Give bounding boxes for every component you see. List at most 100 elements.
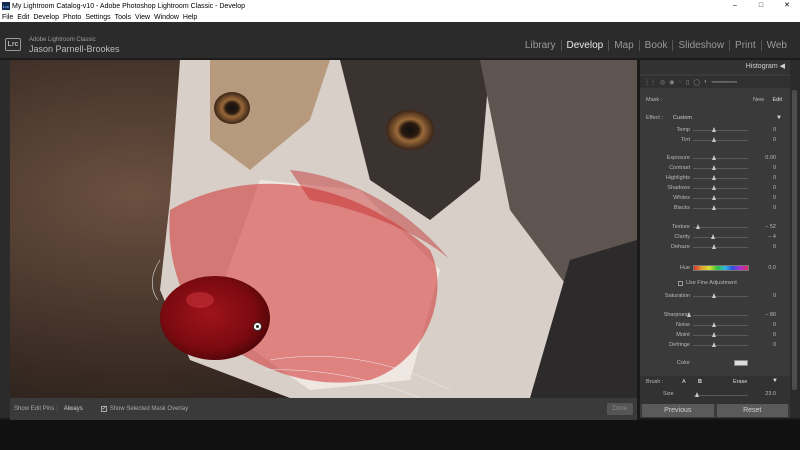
module-library[interactable]: Library xyxy=(520,40,562,51)
right-panel-scrollbar[interactable] xyxy=(790,60,800,418)
slider-knob[interactable] xyxy=(712,195,716,200)
module-map[interactable]: Map xyxy=(609,40,640,51)
grid-tool-icon[interactable]: ⋮⋮ xyxy=(644,79,656,86)
slider-value[interactable]: 0 xyxy=(756,125,776,135)
tool-slider-icon[interactable]: ━━━━━━━ xyxy=(712,79,737,86)
mask-edit-button[interactable]: Edit xyxy=(773,97,782,103)
slider-defringe[interactable]: Defringe 0 xyxy=(640,340,790,350)
done-button[interactable]: Done xyxy=(607,403,633,415)
slider-highlights[interactable]: Highlights 0 xyxy=(640,173,790,183)
red-eye-icon[interactable]: ◌ xyxy=(679,79,683,85)
hue-value[interactable]: 0.0 xyxy=(756,263,776,273)
brush-b-button[interactable]: B xyxy=(698,379,702,385)
fine-adjustment-checkbox[interactable] xyxy=(678,280,683,286)
slider-knob[interactable] xyxy=(711,234,715,239)
slider-knob[interactable] xyxy=(712,185,716,190)
effect-collapse-icon[interactable]: ▼ xyxy=(776,115,782,121)
slider-knob[interactable] xyxy=(687,312,691,317)
edit-pin[interactable] xyxy=(253,322,262,331)
slider-knob[interactable] xyxy=(712,127,716,132)
slider-sharpness[interactable]: Sharpness – 80 xyxy=(640,310,790,320)
show-pins-dropdown[interactable]: Always xyxy=(64,406,83,412)
menu-edit[interactable]: Edit xyxy=(17,14,29,21)
module-slideshow[interactable]: Slideshow xyxy=(673,40,731,51)
slider-knob[interactable] xyxy=(712,137,716,142)
photo-canvas[interactable] xyxy=(10,60,637,398)
menu-settings[interactable]: Settings xyxy=(85,14,110,21)
slider-value[interactable]: 0.00 xyxy=(756,153,776,163)
left-panel-edge[interactable] xyxy=(0,60,10,418)
slider-value[interactable]: 0 xyxy=(756,135,776,145)
slider-knob[interactable] xyxy=(712,293,716,298)
maximize-button[interactable]: □ xyxy=(748,0,774,12)
slider-contrast[interactable]: Contrast 0 xyxy=(640,163,790,173)
menu-develop[interactable]: Develop xyxy=(33,14,59,21)
menu-tools[interactable]: Tools xyxy=(115,14,131,21)
mask-overlay-checkbox[interactable]: ✓ xyxy=(100,406,107,412)
slider-value[interactable]: – 52 xyxy=(756,222,776,232)
menu-view[interactable]: View xyxy=(135,14,150,21)
slider-blacks[interactable]: Blacks 0 xyxy=(640,203,790,213)
slider-dehaze[interactable]: Dehaze 0 xyxy=(640,242,790,252)
reset-button[interactable]: Reset xyxy=(716,404,788,417)
slider-value[interactable]: 0 xyxy=(756,340,776,350)
slider-value[interactable]: 0 xyxy=(756,183,776,193)
slider-value[interactable]: – 4 xyxy=(756,232,776,242)
size-knob[interactable] xyxy=(695,392,699,397)
slider-knob[interactable] xyxy=(712,165,716,170)
slider-whites[interactable]: Whites 0 xyxy=(640,193,790,203)
slider-value[interactable]: 0 xyxy=(756,320,776,330)
slider-moire[interactable]: Moiré 0 xyxy=(640,330,790,340)
mask-new-button[interactable]: New xyxy=(753,97,764,103)
fine-adjustment-toggle[interactable]: Use Fine Adjustment xyxy=(678,280,737,286)
slider-value[interactable]: 0 xyxy=(756,173,776,183)
menu-help[interactable]: Help xyxy=(183,14,197,21)
slider-exposure[interactable]: Exposure 0.00 xyxy=(640,153,790,163)
slider-value[interactable]: 0 xyxy=(756,193,776,203)
module-book[interactable]: Book xyxy=(640,40,674,51)
slider-value[interactable]: 0 xyxy=(756,242,776,252)
slider-knob[interactable] xyxy=(712,332,716,337)
previous-button[interactable]: Previous xyxy=(642,404,714,417)
slider-saturation[interactable]: Saturation 0 xyxy=(640,291,790,301)
module-web[interactable]: Web xyxy=(762,40,792,51)
slider-value[interactable]: – 80 xyxy=(756,310,776,320)
slider-value[interactable]: 0 xyxy=(756,291,776,301)
menu-window[interactable]: Window xyxy=(154,14,179,21)
menu-file[interactable]: File xyxy=(2,14,13,21)
menu-photo[interactable]: Photo xyxy=(63,14,81,21)
slider-knob[interactable] xyxy=(712,342,716,347)
module-develop[interactable]: Develop xyxy=(562,40,610,51)
adjustment-brush-icon[interactable]: ◐ xyxy=(704,79,708,85)
brush-erase-button[interactable]: Erase xyxy=(733,379,747,385)
slider-knob[interactable] xyxy=(712,322,716,327)
hue-color-bar[interactable] xyxy=(693,265,749,271)
slider-temp[interactable]: Temp 0 xyxy=(640,125,790,135)
module-print[interactable]: Print xyxy=(730,40,762,51)
slider-tint[interactable]: Tint 0 xyxy=(640,135,790,145)
slider-clarity[interactable]: Clarity – 4 xyxy=(640,232,790,242)
brush-collapse-icon[interactable]: ▼ xyxy=(772,378,778,384)
slider-knob[interactable] xyxy=(712,155,716,160)
radial-filter-icon[interactable]: ◯ xyxy=(693,79,700,86)
crop-tool-icon[interactable]: ◎ xyxy=(660,79,665,86)
slider-shadows[interactable]: Shadows 0 xyxy=(640,183,790,193)
slider-knob[interactable] xyxy=(712,205,716,210)
slider-value[interactable]: 0 xyxy=(756,203,776,213)
slider-knob[interactable] xyxy=(712,175,716,180)
slider-noise[interactable]: Noise 0 xyxy=(640,320,790,330)
brush-a-button[interactable]: A xyxy=(682,379,686,385)
histogram-collapse-icon[interactable]: ◀ xyxy=(780,63,785,70)
slider-value[interactable]: 0 xyxy=(756,163,776,173)
close-button[interactable]: ✕ xyxy=(774,0,800,12)
size-value[interactable]: 23.0 xyxy=(765,391,776,397)
spot-removal-icon[interactable]: ◉ xyxy=(669,79,674,86)
mask-overlay-toggle[interactable]: ✓ Show Selected Mask Overlay xyxy=(100,406,188,412)
graduated-filter-icon[interactable]: ▯ xyxy=(686,79,689,86)
slider-knob[interactable] xyxy=(712,244,716,249)
slider-texture[interactable]: Texture – 52 xyxy=(640,222,790,232)
slider-value[interactable]: 0 xyxy=(756,330,776,340)
minimize-button[interactable]: – xyxy=(722,0,748,12)
histogram-header[interactable]: Histogram ◀ xyxy=(640,60,790,74)
scrollbar-thumb[interactable] xyxy=(792,90,797,390)
